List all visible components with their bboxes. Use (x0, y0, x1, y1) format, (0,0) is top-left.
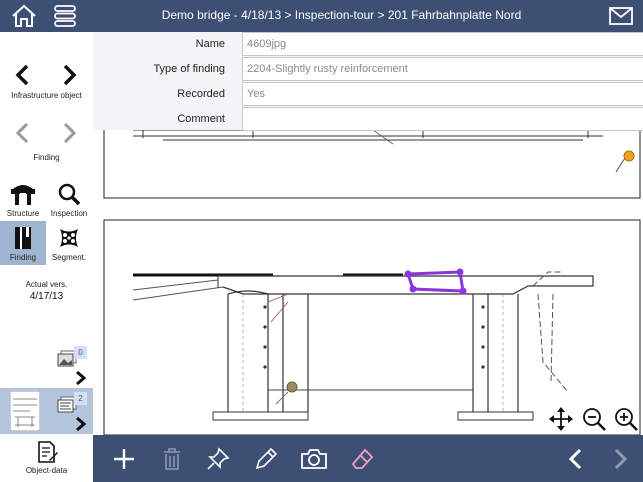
trash-icon[interactable] (159, 446, 185, 472)
finding-pin-orange[interactable] (623, 150, 635, 162)
object-data-button[interactable]: Object-data (0, 440, 93, 475)
name-label: Name (195, 38, 225, 50)
comment-label: Comment (177, 113, 225, 125)
previous-finding-button[interactable] (10, 120, 36, 146)
segment-label: Segment. (51, 253, 87, 262)
finding-form: Name 4609jpg Type of finding 2204-Slight… (93, 32, 643, 131)
photo-attachments[interactable]: 0 (0, 342, 93, 388)
magnifier-icon (58, 183, 81, 206)
structure-icon (11, 185, 35, 205)
sidebar: Infrastructure object Finding Structure … (0, 32, 93, 482)
inspection-label: Inspection (50, 209, 88, 218)
finding-pin-brown[interactable] (286, 381, 298, 393)
zoom-in-icon[interactable] (613, 406, 639, 432)
recorded-row: Recorded Yes (93, 82, 643, 106)
object-data-label: Object-data (25, 466, 68, 475)
menu-icon[interactable] (50, 4, 80, 28)
inspection-tool[interactable]: Inspection (46, 177, 92, 221)
chevron-right-icon (76, 416, 87, 432)
segment-icon (60, 229, 78, 247)
eraser-icon[interactable] (349, 446, 375, 472)
comment-field[interactable] (242, 107, 643, 131)
top-bar: Demo bridge - 4/18/13 > Inspection-tour … (0, 0, 643, 32)
recorded-label: Recorded (177, 88, 225, 100)
photo-count-badge: 0 (74, 346, 87, 359)
finding-tool-label: Finding (9, 253, 37, 262)
actual-version-label: Actual vers. (25, 280, 68, 289)
type-of-finding-label: Type of finding (153, 63, 225, 75)
next-finding-button[interactable] (56, 120, 82, 146)
back-icon[interactable] (563, 446, 589, 472)
add-icon[interactable] (111, 446, 137, 472)
bottom-toolbar (93, 435, 643, 482)
finding-nav-label: Finding (33, 153, 60, 162)
segment-tool[interactable]: Segment. (46, 221, 92, 265)
drawing-count-badge: 2 (74, 392, 87, 405)
page-title: Demo bridge - 4/18/13 > Inspection-tour … (161, 8, 522, 22)
structure-tool[interactable]: Structure (0, 177, 46, 221)
previous-object-button[interactable] (10, 62, 36, 88)
comment-row: Comment (93, 107, 643, 131)
actual-version-date: 4/17/13 (29, 291, 64, 302)
type-row: Type of finding 2204-Slightly rusty rein… (93, 57, 643, 81)
home-icon[interactable] (10, 4, 38, 28)
recorded-field[interactable]: Yes (242, 82, 643, 106)
document-edit-icon (37, 441, 58, 463)
move-icon[interactable] (548, 406, 574, 432)
zoom-out-icon[interactable] (581, 406, 607, 432)
drawing-attachments[interactable]: 2 (0, 388, 93, 434)
mail-icon[interactable] (609, 5, 633, 27)
pencil-icon[interactable] (253, 446, 279, 472)
next-object-button[interactable] (56, 62, 82, 88)
book-icon (15, 227, 31, 249)
type-of-finding-field[interactable]: 2204-Slightly rusty reinforcement (242, 57, 643, 81)
actual-version: Actual vers. 4/17/13 (0, 280, 93, 302)
camera-icon[interactable] (300, 446, 328, 472)
infrastructure-object-label: Infrastructure object (11, 91, 82, 100)
drawing-thumbnail (10, 391, 40, 431)
pin-icon[interactable] (205, 446, 231, 472)
name-row: Name 4609jpg (93, 32, 643, 56)
finding-tool[interactable]: Finding (0, 221, 46, 265)
chevron-right-icon (76, 370, 87, 386)
forward-icon[interactable] (607, 446, 633, 472)
structure-label: Structure (6, 209, 40, 218)
name-field[interactable]: 4609jpg (242, 32, 643, 56)
